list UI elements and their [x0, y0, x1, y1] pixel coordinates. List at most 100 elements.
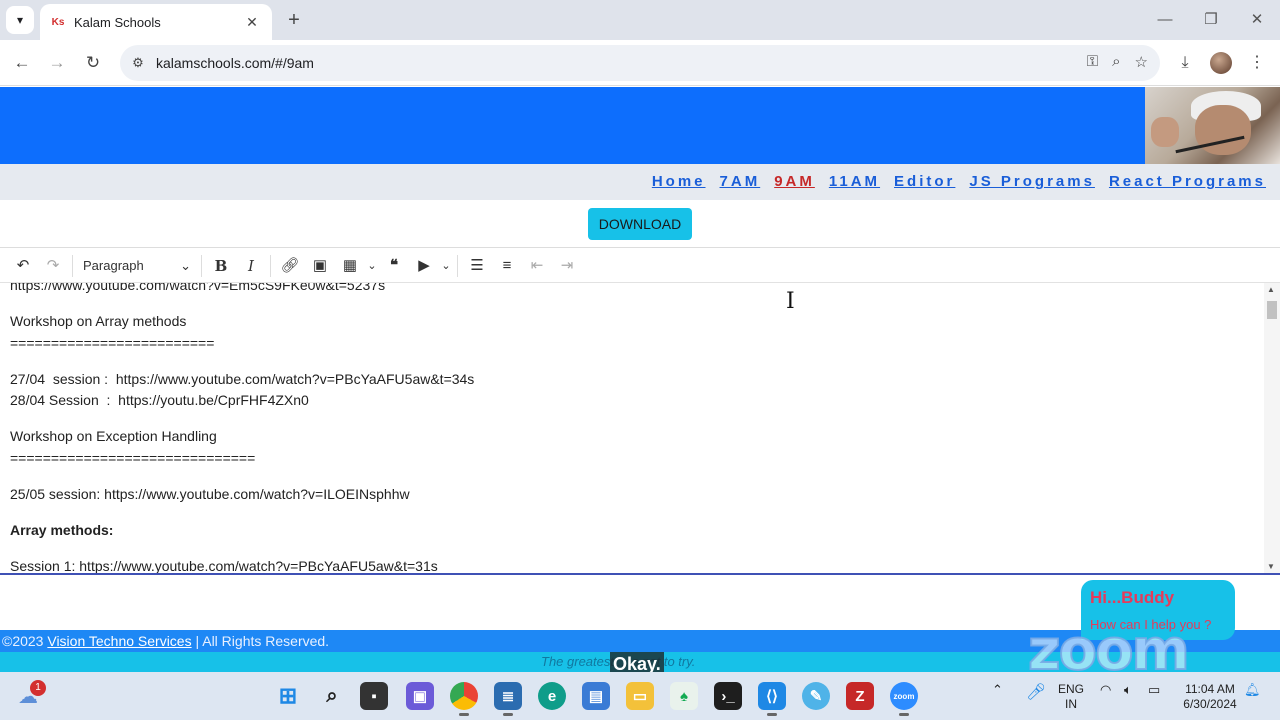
block-style-dropdown[interactable]: Paragraph ⌄ [77, 253, 197, 279]
microphone-icon[interactable]: 🎤︎ [1026, 682, 1046, 702]
language-code: ENG [1057, 682, 1084, 696]
site-favicon-icon: Ks [51, 16, 65, 28]
editor-content-area[interactable]: https://www.youtube.com/watch?v=Em5cS9FK… [0, 283, 1280, 575]
editor-line[interactable]: Array methods: [10, 520, 1250, 542]
text-cursor-icon: I [786, 289, 795, 314]
edge-icon[interactable]: e [538, 682, 566, 710]
notepad-icon[interactable]: ≣ [494, 682, 522, 710]
url-text[interactable]: kalamschools.com/#/9am [156, 55, 314, 71]
company-link[interactable]: Vision Techno Services [47, 633, 191, 649]
indent-icon[interactable]: ⇥ [552, 253, 582, 279]
vscode-icon[interactable]: ⟨⟩ [758, 682, 786, 710]
link-icon[interactable]: 🔗︎ [275, 253, 305, 279]
teams-chat-icon[interactable]: ▣ [406, 682, 434, 710]
blockquote-icon[interactable]: ❝ [379, 253, 409, 279]
zoom-app-icon[interactable]: zoom [890, 682, 918, 710]
forward-icon[interactable]: → [44, 50, 70, 76]
back-icon[interactable]: ← [9, 50, 35, 76]
key-icon[interactable]: ⚿ [1087, 53, 1098, 71]
download-button[interactable]: DOWNLOAD [588, 208, 692, 240]
store-icon[interactable]: ▤ [582, 682, 610, 710]
editor-line[interactable]: 28/04 Session : https://youtu.be/CprFHF4… [10, 390, 1250, 412]
nav-link-7am[interactable]: 7AM [720, 173, 761, 190]
chrome-icon[interactable] [450, 682, 478, 710]
language-indicator[interactable]: ENG IN [1056, 682, 1086, 712]
editor-line[interactable]: 25/05 session: https://www.youtube.com/w… [10, 484, 1250, 506]
nav-link-react-programs[interactable]: React Programs [1109, 173, 1266, 190]
copyright-suffix: | All Rights Reserved. [191, 633, 330, 649]
site-info-icon[interactable]: ⚙ [120, 55, 156, 71]
search-icon[interactable]: ⌕ [318, 682, 346, 710]
zoom-icon[interactable]: ⌕ [1112, 53, 1120, 71]
nav-link-home[interactable]: Home [652, 173, 706, 190]
star-icon[interactable]: ☆ [1135, 53, 1148, 71]
scroll-up-icon[interactable]: ▲ [1267, 285, 1275, 294]
file-explorer-icon[interactable]: ▭ [626, 682, 654, 710]
paint-icon[interactable]: ✎ [802, 682, 830, 710]
tab-search-button[interactable]: ▾ [6, 6, 34, 34]
close-icon[interactable]: ✕ [242, 14, 262, 31]
scroll-down-icon[interactable]: ▼ [1267, 562, 1275, 571]
editor-scrollbar[interactable]: ▲ ▼ [1264, 283, 1280, 573]
browser-tab-strip: ▾ Ks Kalam Schools ✕ + — ❐ ✕ [0, 0, 1280, 40]
task-view-icon[interactable]: ▪ [360, 682, 388, 710]
italic-icon[interactable]: I [236, 253, 266, 279]
download-icon[interactable]: ⤓ [1172, 50, 1198, 76]
editor-line[interactable]: ========================= [10, 333, 1250, 355]
nav-link-11am[interactable]: 11AM [829, 173, 880, 190]
system-clock[interactable]: 11:04 AM 6/30/2024 [1178, 682, 1242, 712]
editor-toolbar: ↶ ↷ Paragraph ⌄ B I 🔗︎ ▣ ▦ ⌄ ❝ ▶ ⌄ ☰ ≡ ⇤… [0, 249, 1280, 283]
restore-button[interactable]: ❐ [1196, 8, 1226, 32]
site-navigation: Home 7AM 9AM 11AM Editor JS Programs Rea… [0, 164, 1280, 200]
new-tab-button[interactable]: + [282, 8, 306, 32]
bulleted-list-icon[interactable]: ☰ [462, 253, 492, 279]
editor-line[interactable]: https://www.youtube.com/watch?v=Em5cS9FK… [10, 283, 1250, 297]
undo-icon[interactable]: ↶ [8, 253, 38, 279]
mongodb-icon[interactable]: ♠ [670, 682, 698, 710]
image-icon[interactable]: ▣ [305, 253, 335, 279]
editor-line[interactable]: Workshop on Array methods [10, 311, 1250, 333]
notification-bell-icon[interactable]: 🔔︎ [1244, 682, 1261, 698]
clock-time: 11:04 AM [1185, 682, 1235, 696]
editor-line[interactable]: Workshop on Exception Handling [10, 426, 1250, 448]
chevron-down-icon: ⌄ [180, 257, 191, 273]
browser-toolbar: ← → ↻ ⚙ kalamschools.com/#/9am ⚿ ⌕ ☆ ⤓ ⋮ [0, 40, 1280, 86]
nav-link-js-programs[interactable]: JS Programs [969, 173, 1095, 190]
battery-icon[interactable]: ▭ [1148, 682, 1160, 698]
windows-start-icon[interactable]: ⊞ [274, 682, 302, 710]
plus-icon: + [288, 9, 300, 31]
bold-icon[interactable]: B [206, 253, 236, 279]
numbered-list-icon[interactable]: ≡ [492, 253, 522, 279]
editor-line[interactable]: ============================== [10, 448, 1250, 470]
table-icon[interactable]: ▦ [335, 253, 365, 279]
nav-link-9am[interactable]: 9AM [774, 173, 815, 190]
windows-taskbar: ☁ 1 ⊞ ⌕ ▪ ▣ ≣ e ▤ ▭ ♠ ›_ ⟨⟩ ✎ Z zoom ⌃ 🎤… [0, 672, 1280, 720]
reload-icon[interactable]: ↻ [80, 50, 106, 76]
chevron-down-icon[interactable]: ⌄ [365, 253, 379, 279]
download-section: DOWNLOAD [0, 200, 1280, 248]
browser-tab[interactable]: Ks Kalam Schools ✕ [40, 4, 272, 40]
tray-overflow-icon[interactable]: ⌃ [992, 682, 1003, 698]
wifi-icon[interactable]: ◠ [1100, 682, 1111, 698]
address-bar[interactable]: ⚙ kalamschools.com/#/9am ⚿ ⌕ ☆ [120, 45, 1160, 81]
profile-avatar[interactable] [1210, 52, 1232, 74]
clock-date: 6/30/2024 [1183, 697, 1237, 711]
menu-icon[interactable]: ⋮ [1244, 50, 1270, 76]
tab-title: Kalam Schools [74, 14, 161, 30]
scrollbar-thumb[interactable] [1267, 301, 1277, 319]
close-window-button[interactable]: ✕ [1242, 8, 1272, 32]
region-code: IN [1065, 697, 1077, 711]
outdent-icon[interactable]: ⇤ [522, 253, 552, 279]
volume-icon[interactable]: 🔈︎ [1124, 682, 1132, 698]
media-embed-icon[interactable]: ▶ [409, 253, 439, 279]
notification-badge: 1 [30, 680, 46, 696]
nav-link-editor[interactable]: Editor [894, 173, 955, 190]
copyright-prefix: ©2023 [2, 633, 48, 649]
filezilla-icon[interactable]: Z [846, 682, 874, 710]
chevron-down-icon[interactable]: ⌄ [439, 253, 453, 279]
editor-line[interactable]: Session 1: https://www.youtube.com/watch… [10, 556, 1250, 574]
terminal-icon[interactable]: ›_ [714, 682, 742, 710]
minimize-button[interactable]: — [1150, 8, 1180, 32]
redo-icon[interactable]: ↷ [38, 253, 68, 279]
editor-line[interactable]: 27/04 session : https://www.youtube.com/… [10, 369, 1250, 391]
